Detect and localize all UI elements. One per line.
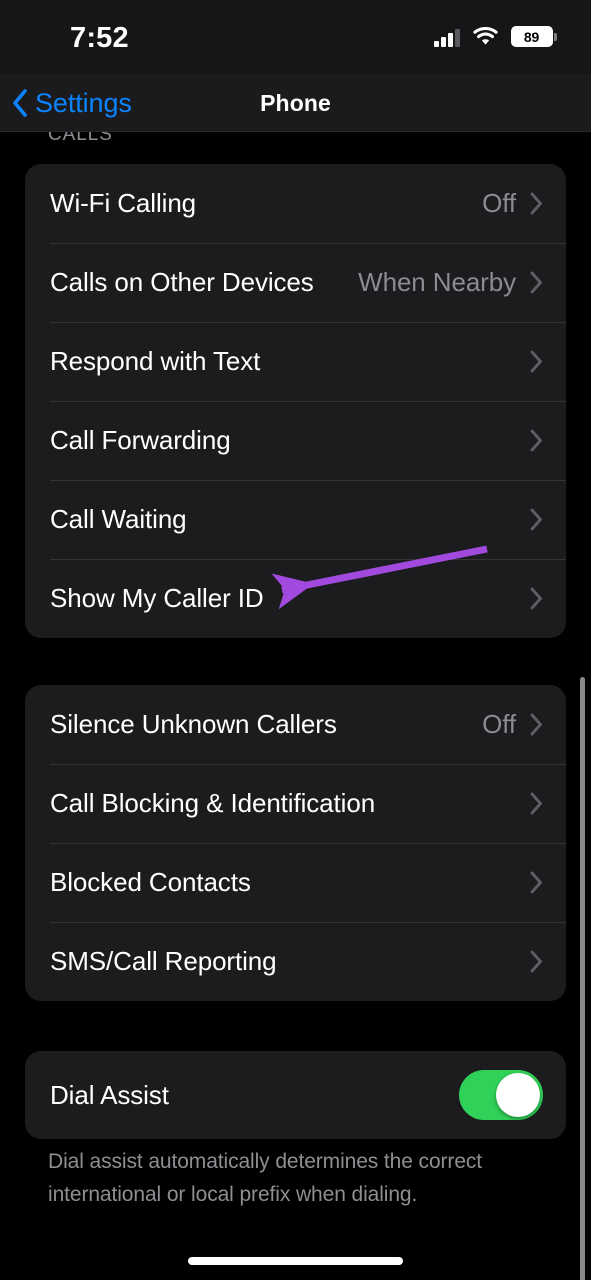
row-label: Silence Unknown Callers — [50, 709, 337, 739]
status-bar-time: 7:52 — [70, 22, 129, 54]
back-button-label: Settings — [35, 87, 132, 118]
settings-scroll-view[interactable]: CALLS Wi-Fi Calling Off Calls on Other D… — [0, 132, 591, 1280]
row-respond-with-text[interactable]: Respond with Text — [25, 322, 566, 401]
settings-group-calls: Wi-Fi Calling Off Calls on Other Devices… — [25, 164, 566, 638]
row-call-forwarding[interactable]: Call Forwarding — [25, 401, 566, 480]
chevron-right-icon — [530, 508, 542, 531]
home-indicator[interactable] — [188, 1257, 403, 1265]
row-label: Calls on Other Devices — [50, 267, 314, 297]
row-sms-call-reporting[interactable]: SMS/Call Reporting — [25, 922, 566, 1001]
battery-percent-label: 89 — [523, 28, 540, 45]
chevron-right-icon — [530, 350, 542, 373]
row-value: Off — [482, 188, 516, 218]
row-label: Blocked Contacts — [50, 867, 251, 897]
chevron-right-icon — [530, 587, 542, 610]
row-label: Call Waiting — [50, 504, 187, 534]
navigation-bar: Settings Phone — [0, 74, 591, 132]
row-silence-unknown-callers[interactable]: Silence Unknown Callers Off — [25, 685, 566, 764]
row-label: Dial Assist — [50, 1079, 169, 1110]
row-call-blocking-identification[interactable]: Call Blocking & Identification — [25, 764, 566, 843]
row-call-waiting[interactable]: Call Waiting — [25, 480, 566, 559]
status-bar-indicators: 89 — [434, 26, 557, 47]
dial-assist-toggle[interactable] — [459, 1070, 543, 1120]
chevron-right-icon — [530, 192, 542, 215]
chevron-right-icon — [530, 871, 542, 894]
settings-group-dial-assist: Dial Assist — [25, 1051, 566, 1139]
row-label: Call Forwarding — [50, 425, 231, 455]
status-bar: 7:52 89 — [0, 0, 591, 74]
toggle-knob — [496, 1073, 540, 1117]
chevron-left-icon — [13, 89, 27, 117]
wifi-icon — [472, 27, 498, 46]
battery-tip — [554, 32, 557, 41]
row-value: When Nearby — [358, 267, 516, 297]
row-label: SMS/Call Reporting — [50, 946, 277, 976]
section-header-calls: CALLS — [48, 132, 113, 145]
iphone-screen: 7:52 89 Settings Phone CALLS Wi-Fi Calli… — [0, 0, 591, 1280]
vertical-scrollbar[interactable] — [580, 677, 585, 1280]
row-show-my-caller-id[interactable]: Show My Caller ID — [25, 559, 566, 638]
row-label: Call Blocking & Identification — [50, 788, 376, 818]
row-label: Wi-Fi Calling — [50, 188, 197, 218]
row-wifi-calling[interactable]: Wi-Fi Calling Off — [25, 164, 566, 243]
chevron-right-icon — [530, 792, 542, 815]
cellular-bars-icon — [434, 27, 460, 47]
back-button[interactable]: Settings — [12, 74, 132, 132]
row-label: Respond with Text — [50, 346, 261, 376]
chevron-right-icon — [530, 713, 542, 736]
chevron-right-icon — [530, 950, 542, 973]
dial-assist-footer-note: Dial assist automatically determines the… — [48, 1150, 483, 1206]
settings-group-blocking: Silence Unknown Callers Off Call Blockin… — [25, 685, 566, 1001]
row-value: Off — [482, 709, 516, 739]
battery-icon: 89 — [510, 26, 557, 47]
chevron-right-icon — [530, 429, 542, 452]
row-blocked-contacts[interactable]: Blocked Contacts — [25, 843, 566, 922]
row-calls-on-other-devices[interactable]: Calls on Other Devices When Nearby — [25, 243, 566, 322]
row-label: Show My Caller ID — [50, 583, 264, 613]
chevron-right-icon — [530, 271, 542, 294]
row-dial-assist[interactable]: Dial Assist — [25, 1051, 566, 1139]
